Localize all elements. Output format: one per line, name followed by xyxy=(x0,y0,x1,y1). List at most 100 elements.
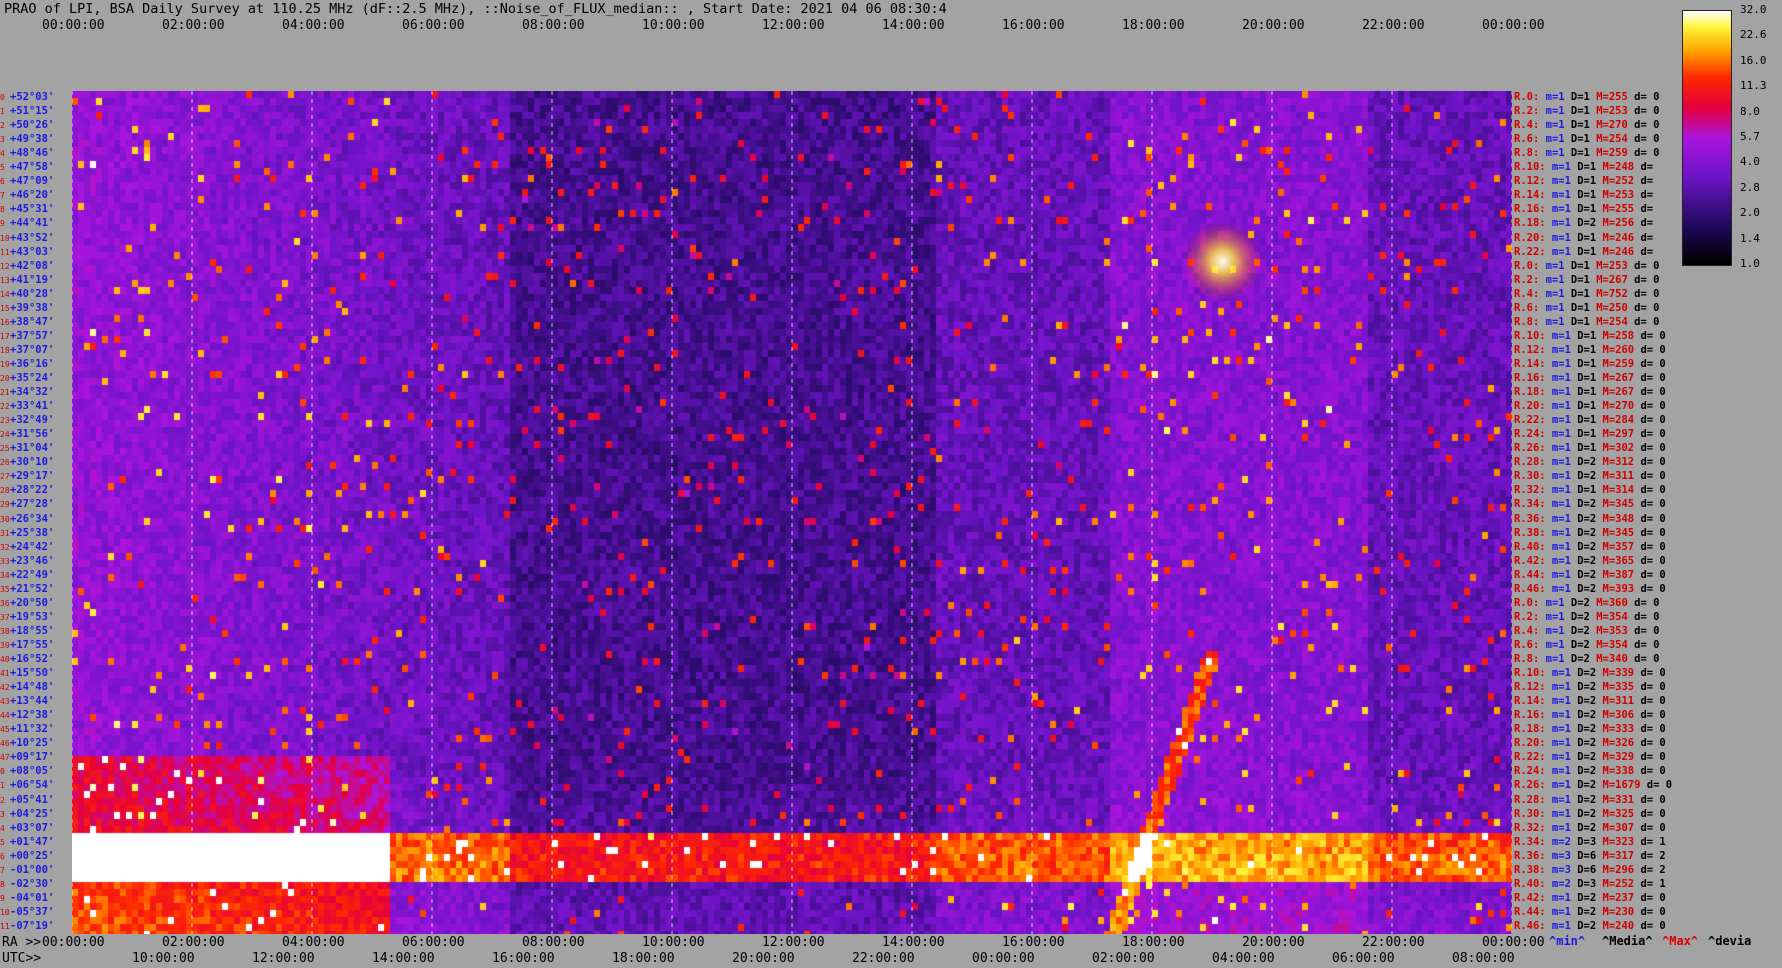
beam-stat-part: 0 xyxy=(1653,357,1666,370)
beam-stat-part: 0 xyxy=(1653,737,1666,750)
declination-label: +16°52' xyxy=(10,653,55,666)
beam-stat-part: 0 xyxy=(1646,105,1660,118)
beam-stat-part: m=1 xyxy=(1539,147,1565,160)
beam-stat-part: M=240 xyxy=(1596,919,1635,932)
beam-stat-part: R.20: xyxy=(1514,400,1546,413)
beam-stat-part: m=1 xyxy=(1545,414,1571,427)
top-tick-label: 04:00:00 xyxy=(282,18,345,33)
declination-label: +50°26' xyxy=(10,119,55,132)
declination-label: +12°38' xyxy=(10,709,55,722)
beam-stat-part: M=353 xyxy=(1589,624,1628,637)
beam-stat-part: m=1 xyxy=(1539,624,1565,637)
beam-stat-part: d= xyxy=(1634,343,1654,356)
beam-stat-part: D=2 xyxy=(1570,554,1597,567)
beam-stat-row: R.26: m=1 D=2 M=1679 d= 0 xyxy=(1514,779,1672,793)
beam-stat-part: M=752 xyxy=(1589,287,1628,300)
beam-stat-part: m=3 xyxy=(1545,849,1571,862)
beam-stat-part: m=1 xyxy=(1545,723,1571,736)
beam-stat-part: D=2 xyxy=(1570,540,1597,553)
beam-stat-part: 0 xyxy=(1646,610,1660,623)
beam-stat-part: 0 xyxy=(1646,147,1660,160)
beam-stat-part: D=2 xyxy=(1570,568,1597,581)
beam-stat-part: m=1 xyxy=(1539,133,1565,146)
beam-stat-part: R.4: xyxy=(1514,287,1540,300)
beam-stat-part: R.6: xyxy=(1514,301,1540,314)
beam-stat-part: D=2 xyxy=(1570,217,1597,230)
utc-tick-label: 04:00:00 xyxy=(1212,951,1275,966)
declination-label: +06°54' xyxy=(10,779,55,792)
beam-stat-part: M=338 xyxy=(1596,765,1635,778)
row-index: 33 xyxy=(0,556,10,566)
top-tick-label: 16:00:00 xyxy=(1002,18,1065,33)
beam-stat-part: M=387 xyxy=(1596,568,1635,581)
beam-stat-part: D=1 xyxy=(1564,315,1590,328)
beam-stat-part: 0 xyxy=(1653,386,1666,399)
beam-stat-part: m=1 xyxy=(1545,891,1571,904)
beam-stat-part: d= xyxy=(1627,315,1647,328)
ra-tick-label: 18:00:00 xyxy=(1122,935,1185,950)
beam-stat-row: R.12: m=1 D=1 M=260 d= 0 xyxy=(1514,344,1666,358)
beam-stat-part: d= xyxy=(1627,287,1647,300)
beam-stat-part: M=340 xyxy=(1589,653,1628,666)
beam-stat-part: R.22: xyxy=(1514,751,1546,764)
beam-stat-part: R.36: xyxy=(1514,849,1546,862)
beam-stat-part: 2 xyxy=(1653,849,1666,862)
beam-stat-part: m=1 xyxy=(1545,765,1571,778)
beam-stat-part: d= xyxy=(1634,161,1654,174)
beam-stat-part: d= xyxy=(1627,624,1647,637)
beam-stat-part: M=253 xyxy=(1596,189,1635,202)
beam-stat-part: d= xyxy=(1634,540,1654,553)
row-index: 44 xyxy=(0,711,10,721)
beam-stat-part: R.8: xyxy=(1514,315,1540,328)
beam-stat-part: 0 xyxy=(1653,512,1666,525)
row-index: 24 xyxy=(0,430,10,440)
beam-stat-row: R.4: m=1 D=1 M=270 d= 0 xyxy=(1514,119,1659,133)
beam-stat-part: 0 xyxy=(1653,723,1666,736)
beam-stat-part: d= xyxy=(1627,147,1647,160)
row-index: 3 xyxy=(0,135,5,145)
beam-stat-part: 0 xyxy=(1653,526,1666,539)
declination-label: +19°53' xyxy=(10,610,55,623)
beam-stat-part: R.12: xyxy=(1514,343,1546,356)
beam-stat-part: D=1 xyxy=(1564,301,1590,314)
beam-stat-part: 0 xyxy=(1659,779,1673,792)
beam-stat-row: R.4: m=1 D=1 M=752 d= 0 xyxy=(1514,288,1659,302)
declination-label: +31°04' xyxy=(10,442,55,455)
beam-stat-part: R.2: xyxy=(1514,273,1540,286)
beam-stat-part: R.8: xyxy=(1514,653,1540,666)
colorbar-tick: 1.0 xyxy=(1740,257,1760,270)
declination-label: +25°38' xyxy=(10,526,55,539)
beam-stat-part: d= xyxy=(1627,91,1647,104)
row-index: 21 xyxy=(0,388,10,398)
beam-stat-part: D=1 xyxy=(1564,119,1590,132)
beam-stat-part: D=2 xyxy=(1564,610,1590,623)
row-index: 32 xyxy=(0,542,10,552)
row-index: 2 xyxy=(0,121,5,131)
row-index: 1 xyxy=(0,107,5,117)
declination-label: +37°07' xyxy=(10,343,55,356)
beam-stat-part: M=335 xyxy=(1596,681,1635,694)
beam-stat-part: M=252 xyxy=(1596,877,1635,890)
beam-stat-part: D=1 xyxy=(1564,147,1590,160)
row-index: 22 xyxy=(0,402,10,412)
beam-stat-part: D=2 xyxy=(1570,526,1597,539)
beam-stat-part: 2 xyxy=(1653,863,1666,876)
beam-stat-row: R.28: m=1 D=2 M=312 d= 0 xyxy=(1514,456,1666,470)
beam-stat-part: M=237 xyxy=(1596,891,1635,904)
beam-stat-part: M=354 xyxy=(1589,638,1628,651)
beam-stat-row: R.12: m=1 D=1 M=252 d= xyxy=(1514,175,1653,189)
beam-stat-part: D=2 xyxy=(1564,596,1590,609)
plot-area[interactable] xyxy=(72,91,1512,934)
top-tick-label: 02:00:00 xyxy=(162,18,225,33)
beam-stat-part: R.40: xyxy=(1514,540,1546,553)
beam-stat-part: M=306 xyxy=(1596,709,1635,722)
beam-stat-part: m=1 xyxy=(1545,498,1571,511)
beam-stat-part: d= xyxy=(1627,259,1647,272)
beam-stat-part: R.4: xyxy=(1514,119,1540,132)
beam-stat-part: D=1 xyxy=(1570,203,1597,216)
beam-stat-row: R.2: m=1 D=1 M=267 d= 0 xyxy=(1514,274,1659,288)
beam-stat-part: d= xyxy=(1634,456,1654,469)
beam-stat-part: m=1 xyxy=(1545,905,1571,918)
beam-stat-part: R.26: xyxy=(1514,779,1546,792)
beam-stat-part: M=354 xyxy=(1589,610,1628,623)
